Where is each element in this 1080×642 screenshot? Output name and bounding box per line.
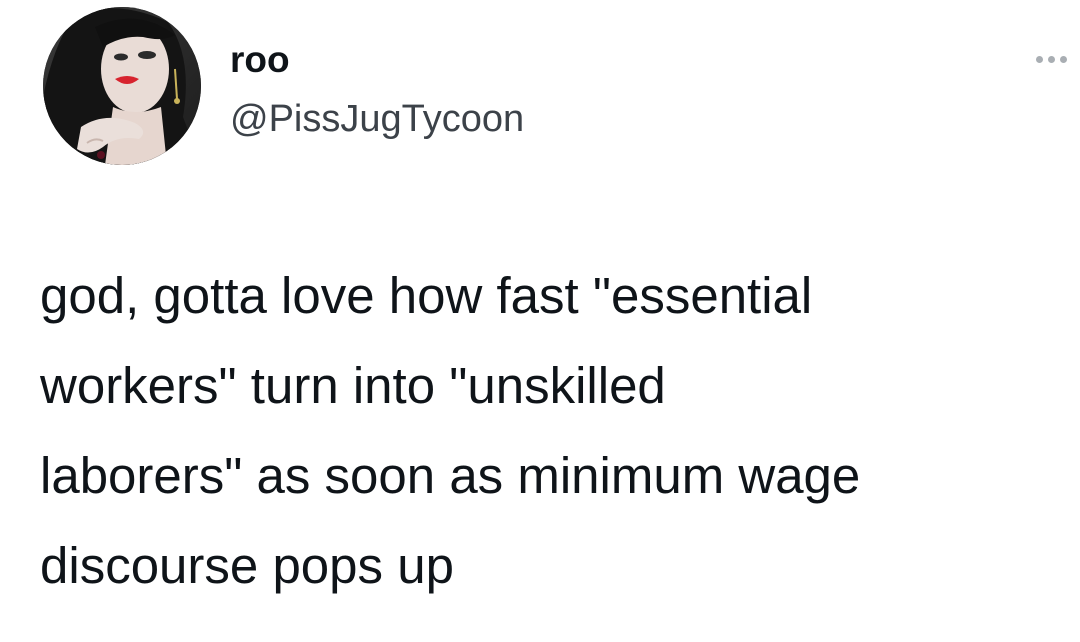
author-handle[interactable]: @PissJugTycoon (230, 96, 524, 142)
author-avatar[interactable] (43, 7, 201, 165)
tweet-text-line: laborers" as soon as minimum wage (40, 447, 861, 504)
more-dot-icon (1036, 55, 1043, 63)
tweet-text-line: workers" turn into "unskilled (40, 357, 666, 414)
tweet-text-line: god, gotta love how fast "essential (40, 267, 813, 324)
tweet-card: roo @PissJugTycoon god, gotta love how f… (0, 0, 1080, 642)
tweet-text-line: discourse pops up (40, 537, 454, 594)
more-options-icon[interactable] (1036, 48, 1078, 70)
more-dot-icon (1060, 55, 1067, 63)
tweet-text: god, gotta love how fast "essential work… (40, 251, 1075, 611)
more-dot-icon (1048, 55, 1055, 63)
author-display-name[interactable]: roo (230, 38, 290, 82)
avatar-image (43, 7, 201, 165)
